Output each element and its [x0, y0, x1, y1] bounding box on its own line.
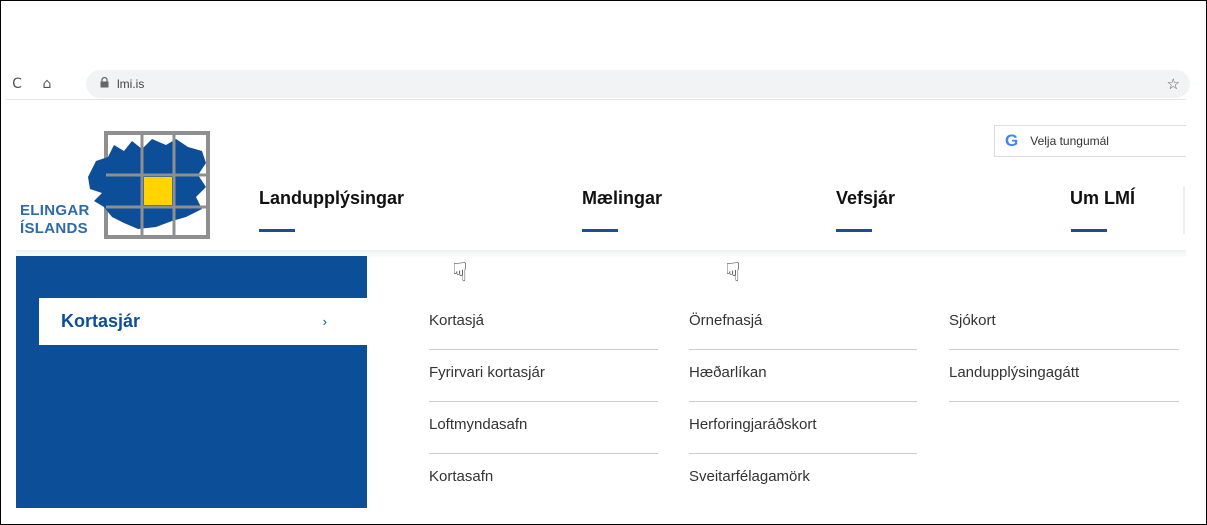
chevron-right-icon: › — [322, 314, 327, 329]
pointing-hand-icon: ☟ — [452, 258, 468, 288]
link-loftmyndasafn[interactable]: Loftmyndasafn — [429, 402, 658, 454]
link-column-1: Kortasjá Fyrirvari kortasjár Loftmyndasa… — [429, 298, 658, 506]
bookmark-star-icon[interactable]: ☆ — [1167, 75, 1180, 93]
link-kortasja[interactable]: Kortasjá — [429, 298, 658, 350]
home-icon[interactable]: ⌂ — [36, 76, 58, 92]
language-selector[interactable]: G Velja tungumál — [994, 125, 1186, 157]
nav-separator — [1183, 186, 1185, 234]
url-text[interactable]: lmi.is — [117, 77, 144, 91]
dropdown-side-panel — [16, 256, 367, 508]
address-bar[interactable]: lmi.is ☆ — [86, 70, 1190, 98]
link-kortasafn[interactable]: Kortasafn — [429, 454, 658, 506]
link-herforingjaradskort[interactable]: Herforingjaráðskort — [689, 402, 917, 454]
nav-item-um-lmi[interactable]: Um LMÍ — [1070, 188, 1135, 209]
link-column-3: Sjókort Landupplýsingagátt — [949, 298, 1179, 402]
dropdown-active-item[interactable]: Kortasjár › — [39, 298, 367, 345]
site-logo[interactable]: ELINGAR ÍSLANDS — [16, 131, 212, 245]
link-haedarlikan[interactable]: Hæðarlíkan — [689, 350, 917, 402]
link-column-2: Örnefnasjá Hæðarlíkan Herforingjaráðskor… — [689, 298, 917, 506]
nav-item-maelingar[interactable]: Mælingar — [582, 188, 662, 209]
toolbar-divider — [6, 99, 1186, 100]
nav-item-vefsjar[interactable]: Vefsjár — [836, 188, 895, 209]
nav-underline — [582, 229, 618, 232]
active-item-label: Kortasjár — [61, 311, 141, 331]
pointing-hand-icon: ☟ — [725, 258, 741, 288]
link-landupplysingagatt[interactable]: Landupplýsingagátt — [949, 350, 1179, 402]
logo-text-line2: ÍSLANDS — [20, 220, 88, 237]
logo-text-line1: ELINGAR — [20, 202, 90, 219]
link-sveitarfelagamork[interactable]: Sveitarfélagamörk — [689, 454, 917, 506]
lock-icon[interactable] — [100, 76, 109, 91]
reload-icon[interactable]: C — [6, 76, 28, 92]
browser-toolbar: C ⌂ lmi.is ☆ — [6, 70, 1190, 98]
link-fyrirvari-kortasjar[interactable]: Fyrirvari kortasjár — [429, 350, 658, 402]
link-ornefnasja[interactable]: Örnefnasjá — [689, 298, 917, 350]
nav-item-landupplysingar[interactable]: Landupplýsingar — [259, 188, 404, 209]
link-sjokort[interactable]: Sjókort — [949, 298, 1179, 350]
google-icon: G — [1005, 131, 1019, 150]
nav-underline — [836, 229, 872, 232]
nav-underline — [259, 229, 295, 232]
language-label: Velja tungumál — [1030, 134, 1109, 148]
nav-underline — [1071, 229, 1107, 232]
